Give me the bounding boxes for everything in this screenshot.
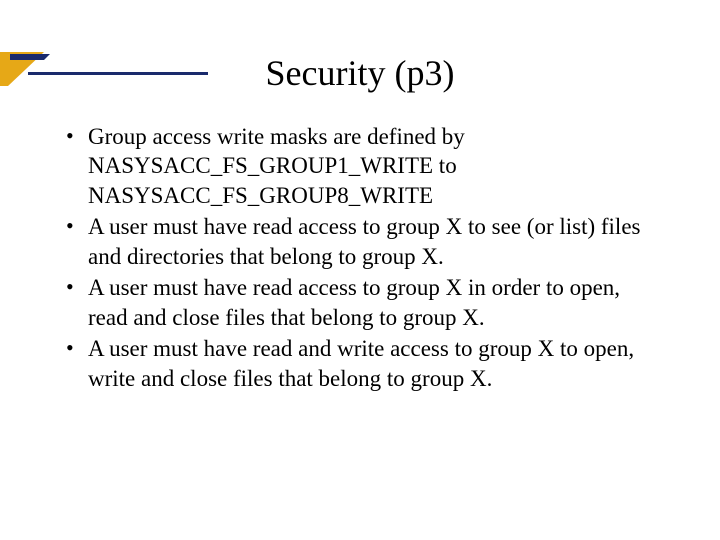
bullet-text: A user must have read access to group X … (88, 275, 620, 329)
bottom-corner-accent (0, 532, 70, 540)
bullet-item: A user must have read and write access t… (62, 334, 664, 393)
bullet-item: Group access write masks are defined by … (62, 122, 664, 210)
top-corner-accent (0, 52, 70, 86)
slide-body: Group access write masks are defined by … (62, 122, 664, 393)
bullet-text: Group access write masks are defined by … (88, 124, 465, 208)
bullet-text: A user must have read and write access t… (88, 336, 634, 390)
bullet-item: A user must have read access to group X … (62, 212, 664, 271)
top-rule (28, 72, 208, 75)
bullet-text: A user must have read access to group X … (88, 214, 640, 268)
bullet-item: A user must have read access to group X … (62, 273, 664, 332)
bullet-list: Group access write masks are defined by … (62, 122, 664, 393)
